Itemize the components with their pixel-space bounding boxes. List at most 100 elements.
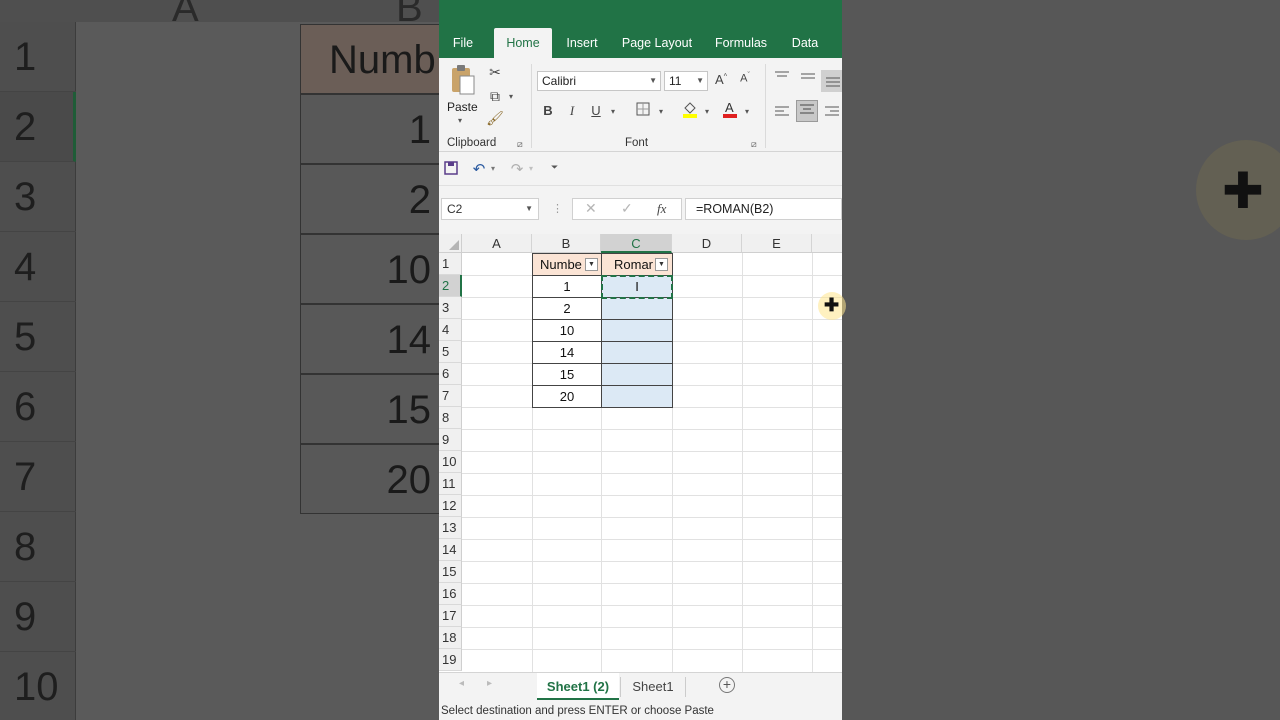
fill-color-dropdown-icon[interactable]: ▾ xyxy=(705,107,709,116)
table-cell-roman[interactable] xyxy=(601,298,673,320)
bg-right-area xyxy=(842,0,1280,720)
cancel-icon[interactable]: ✕ xyxy=(585,200,597,217)
gridline xyxy=(462,649,842,650)
sheet-tab[interactable]: Sheet1 xyxy=(623,673,683,700)
table-cell-roman[interactable] xyxy=(601,386,673,408)
row-header[interactable]: 5 xyxy=(439,341,462,363)
filter-dropdown-icon[interactable]: ▼ xyxy=(655,258,668,271)
tab-page-layout[interactable]: Page Layout xyxy=(619,28,695,58)
font-launcher-icon[interactable]: ⧄ xyxy=(751,139,757,150)
paste-dropdown-icon[interactable]: ▾ xyxy=(458,116,462,125)
formula-buttons: ✕ ✓ fx xyxy=(572,198,682,220)
font-size-select[interactable]: 11 ▼ xyxy=(664,71,708,91)
table-cell-number[interactable]: 10 xyxy=(532,320,602,342)
excel-window: File Home Insert Page Layout Formulas Da… xyxy=(439,0,842,720)
bold-button[interactable]: B xyxy=(541,103,555,118)
tab-data[interactable]: Data xyxy=(787,28,823,58)
table-cell-number[interactable]: 20 xyxy=(532,386,602,408)
formula-input[interactable]: =ROMAN(B2) xyxy=(685,198,842,220)
scroll-right-icon[interactable]: ▸ xyxy=(487,678,492,689)
borders-dropdown-icon[interactable]: ▾ xyxy=(659,107,663,116)
italic-button[interactable]: I xyxy=(565,103,579,119)
row-header[interactable]: 14 xyxy=(439,539,462,561)
copy-icon[interactable]: ⧉ xyxy=(485,88,505,105)
redo-dropdown-icon[interactable]: ▾ xyxy=(529,164,533,173)
decrease-font-icon[interactable]: Aˇ xyxy=(737,72,753,85)
increase-font-icon[interactable]: A^ xyxy=(713,72,729,87)
undo-dropdown-icon[interactable]: ▾ xyxy=(491,164,495,173)
chevron-down-icon: ▼ xyxy=(696,76,704,85)
row-header[interactable]: 9 xyxy=(439,429,462,451)
clipboard-group-label: Clipboard xyxy=(447,137,497,149)
format-painter-icon[interactable]: 🖌 xyxy=(485,110,505,127)
row-header[interactable]: 4 xyxy=(439,319,462,341)
table-cell-number[interactable]: 15 xyxy=(532,364,602,386)
cut-icon[interactable]: ✂ xyxy=(485,64,505,81)
row-header[interactable]: 15 xyxy=(439,561,462,583)
paste-icon[interactable] xyxy=(449,64,477,96)
scroll-left-icon[interactable]: ◂ xyxy=(459,678,464,689)
tab-home[interactable]: Home xyxy=(494,28,552,58)
font-color-dropdown-icon[interactable]: ▾ xyxy=(745,107,749,116)
tab-insert[interactable]: Insert xyxy=(561,28,603,58)
align-center-icon[interactable] xyxy=(796,100,818,122)
enter-icon[interactable]: ✓ xyxy=(621,200,633,217)
font-color-icon[interactable]: A xyxy=(721,100,739,121)
filter-dropdown-icon[interactable]: ▼ xyxy=(585,258,598,271)
add-sheet-icon[interactable]: + xyxy=(719,677,735,693)
bg-row-num: 2 xyxy=(0,92,76,162)
row-header[interactable]: 3 xyxy=(439,297,462,319)
gridline xyxy=(462,605,842,606)
worksheet-grid[interactable]: A B C D E 1 2 3 4 5 6 7 8 9 10 11 12 13 … xyxy=(439,234,842,672)
row-header[interactable]: 12 xyxy=(439,495,462,517)
row-header[interactable]: 7 xyxy=(439,385,462,407)
table-cell-number[interactable]: 2 xyxy=(532,298,602,320)
column-header-e[interactable]: E xyxy=(742,234,812,253)
table-cell-roman[interactable] xyxy=(601,320,673,342)
row-header[interactable]: 17 xyxy=(439,605,462,627)
copy-dropdown-icon[interactable]: ▾ xyxy=(509,92,513,101)
borders-icon[interactable] xyxy=(635,102,651,119)
redo-icon[interactable]: ↷ xyxy=(509,160,525,178)
name-box[interactable]: C2 ▼ xyxy=(441,198,539,220)
fill-color-icon[interactable] xyxy=(681,100,699,121)
column-header-b[interactable]: B xyxy=(532,234,601,253)
row-header[interactable]: 1 xyxy=(439,253,462,275)
font-group-label: Font xyxy=(625,137,649,149)
table-cell-roman[interactable] xyxy=(601,364,673,386)
font-name-select[interactable]: Calibri ▼ xyxy=(537,71,661,91)
row-header[interactable]: 10 xyxy=(439,451,462,473)
column-header-a[interactable]: A xyxy=(462,234,532,253)
table-cell-number[interactable]: 14 xyxy=(532,342,602,364)
align-right-icon[interactable] xyxy=(823,104,841,120)
align-left-icon[interactable] xyxy=(773,104,791,120)
bottom-align-icon[interactable] xyxy=(821,70,842,92)
top-align-icon[interactable] xyxy=(773,70,791,86)
table-cell-roman[interactable] xyxy=(601,342,673,364)
select-all-button[interactable] xyxy=(439,234,462,253)
column-header-c[interactable]: C xyxy=(601,234,672,253)
underline-button[interactable]: U xyxy=(589,103,603,118)
tab-formulas[interactable]: Formulas xyxy=(711,28,771,58)
row-header[interactable]: 13 xyxy=(439,517,462,539)
column-header-d[interactable]: D xyxy=(672,234,742,253)
sheet-tab-active[interactable]: Sheet1 (2) xyxy=(537,673,619,700)
insert-function-button[interactable]: fx xyxy=(657,201,666,217)
row-header[interactable]: 19 xyxy=(439,649,462,671)
row-header[interactable]: 18 xyxy=(439,627,462,649)
row-header[interactable]: 8 xyxy=(439,407,462,429)
table-cell-number[interactable]: 1 xyxy=(532,276,602,298)
undo-icon[interactable]: ↶ xyxy=(471,160,487,178)
row-header[interactable]: 16 xyxy=(439,583,462,605)
customize-qat-icon[interactable]: ⏷ xyxy=(551,162,558,173)
clipboard-launcher-icon[interactable]: ⧄ xyxy=(517,139,523,150)
underline-dropdown-icon[interactable]: ▾ xyxy=(611,107,615,116)
save-icon[interactable] xyxy=(443,161,459,178)
row-header[interactable]: 11 xyxy=(439,473,462,495)
tab-file[interactable]: File xyxy=(445,28,481,58)
row-header[interactable]: 2 xyxy=(439,275,462,297)
middle-align-icon[interactable] xyxy=(799,70,817,86)
gridline xyxy=(812,253,813,672)
paste-label[interactable]: Paste xyxy=(447,100,478,114)
row-header[interactable]: 6 xyxy=(439,363,462,385)
